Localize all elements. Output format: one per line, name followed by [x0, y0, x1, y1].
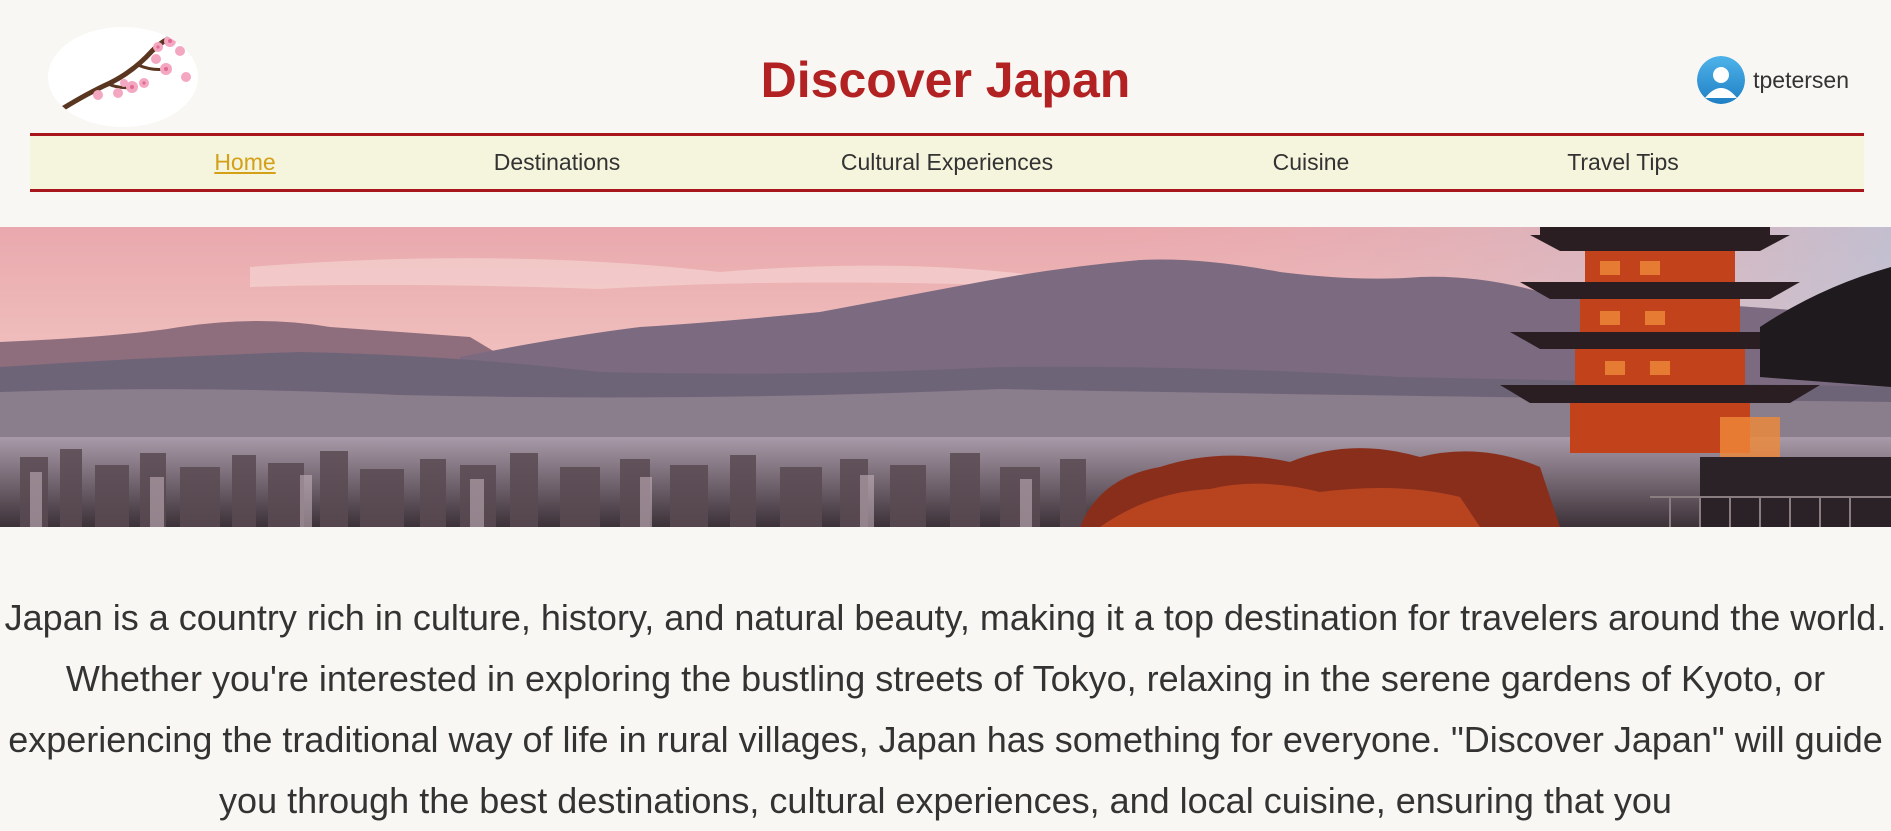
user-avatar-icon[interactable] [1697, 56, 1746, 104]
user-menu[interactable]: tpetersen [1697, 56, 1849, 104]
site-title: Discover Japan [760, 52, 1131, 108]
nav-home[interactable]: Home [214, 136, 275, 189]
intro-paragraph: Japan is a country rich in culture, hist… [4, 597, 1887, 821]
site-header: Discover Japan tpetersen [0, 0, 1891, 130]
nav-travel-tips[interactable]: Travel Tips [1567, 136, 1679, 189]
nav-destinations[interactable]: Destinations [494, 136, 621, 189]
username[interactable]: tpetersen [1753, 67, 1849, 94]
main-nav: Home Destinations Cultural Experiences C… [30, 133, 1864, 192]
hero-image [0, 227, 1891, 527]
nav-cultural-experiences[interactable]: Cultural Experiences [841, 136, 1053, 189]
nav-cuisine[interactable]: Cuisine [1273, 136, 1350, 189]
kyoto-skyline-image [0, 227, 1891, 527]
